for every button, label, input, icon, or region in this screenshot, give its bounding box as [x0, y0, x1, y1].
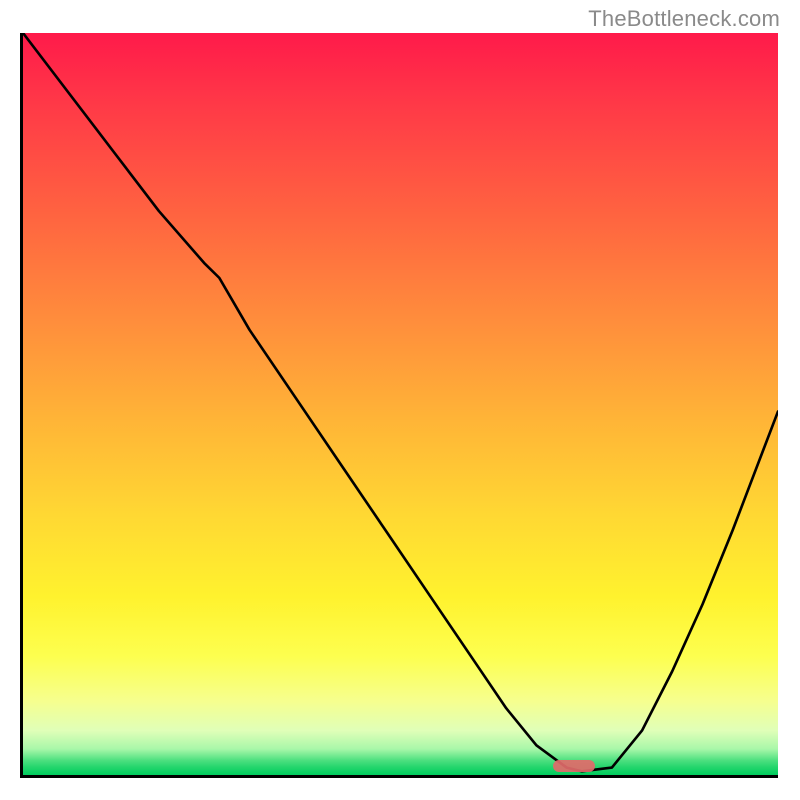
optimal-marker — [553, 760, 595, 772]
watermark-text: TheBottleneck.com — [588, 6, 780, 32]
bottleneck-curve — [23, 33, 778, 775]
chart-frame — [20, 33, 778, 778]
